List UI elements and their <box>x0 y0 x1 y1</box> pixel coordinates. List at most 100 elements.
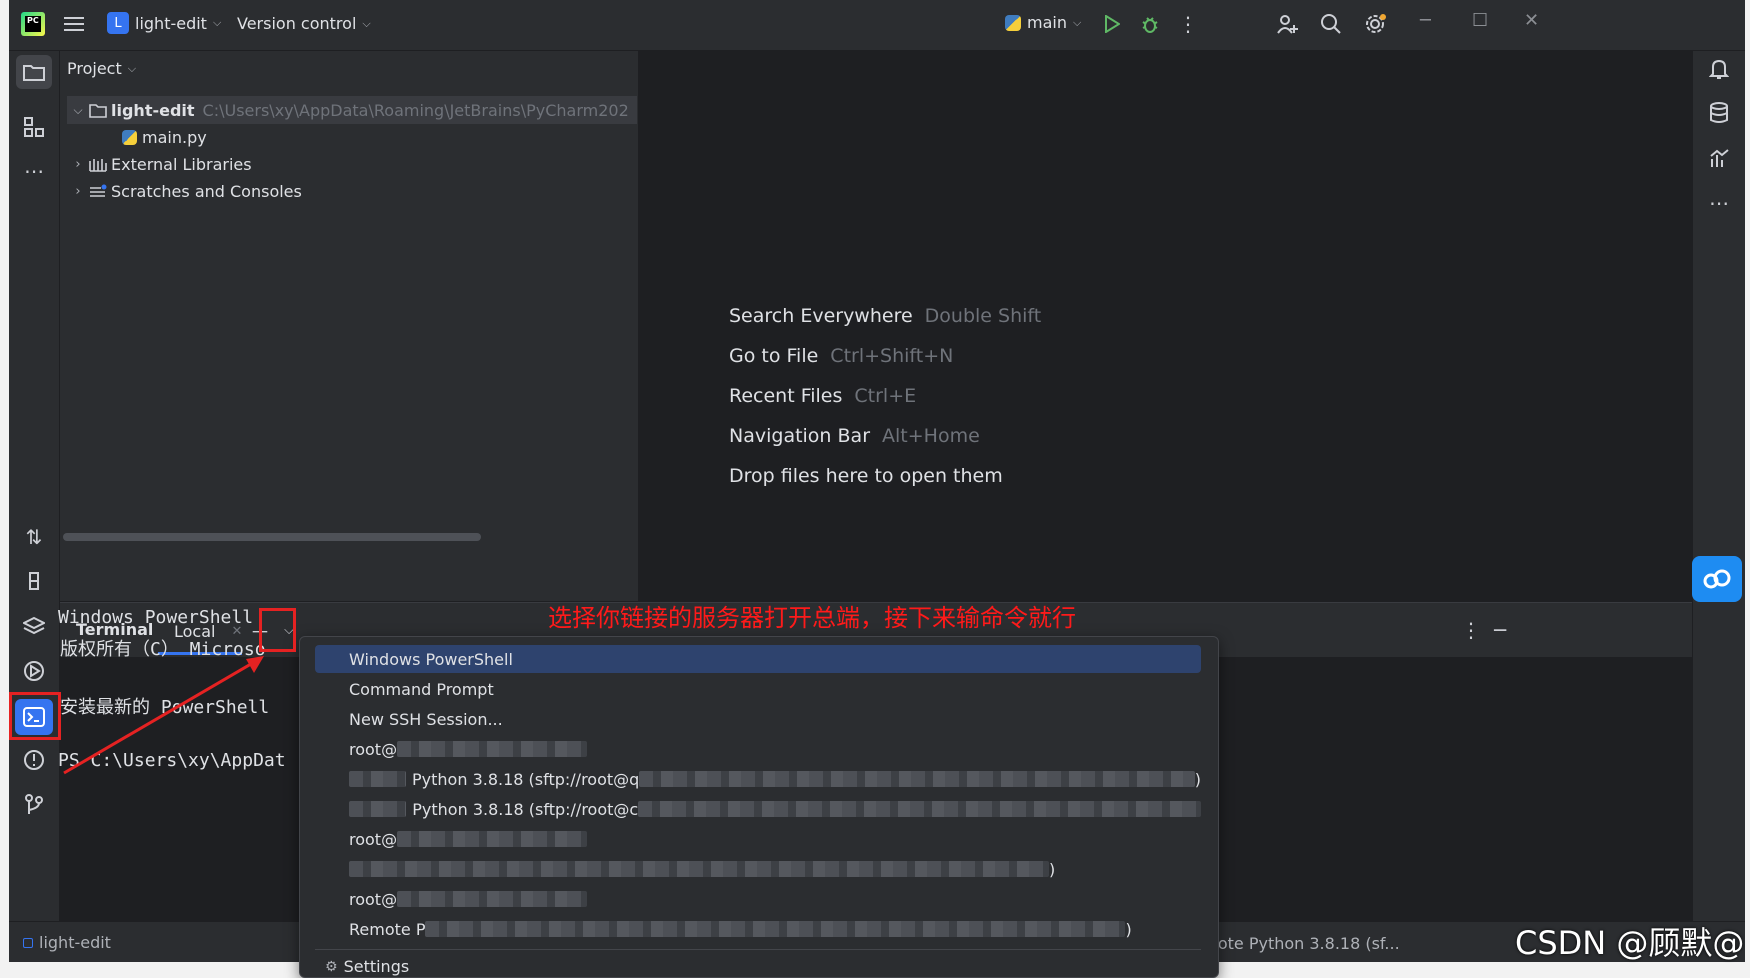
redacted-text <box>397 831 588 847</box>
dropdown-item[interactable]: Windows PowerShell <box>315 645 1201 673</box>
left-tool-strip: ⋯ ⇅ <box>9 51 59 921</box>
dropdown-item[interactable]: Python 3.8.18 (sftp://root@q) <box>315 765 1201 793</box>
settings-label: Settings <box>343 957 410 976</box>
more-tools-icon[interactable]: ⋯ <box>20 157 48 185</box>
run-config-selector[interactable]: main ⌵ <box>1005 13 1081 32</box>
commit-icon[interactable]: ⇅ <box>20 523 48 551</box>
hide-panel-icon[interactable]: ─ <box>1486 616 1514 644</box>
cloud-icon <box>1703 569 1731 589</box>
redacted-text <box>349 771 407 787</box>
project-view-selector[interactable]: Project ⌵ <box>67 59 136 78</box>
hint-navigation-bar: Navigation Bar Alt+Home <box>729 425 980 447</box>
root-folder-name: light-edit <box>111 100 195 120</box>
vcs-label: Version control <box>237 14 357 33</box>
external-libraries-label: External Libraries <box>111 154 252 174</box>
chevron-down-icon: ⌵ <box>127 61 137 75</box>
hint-go-to-file: Go to File Ctrl+Shift+N <box>729 345 954 367</box>
library-icon <box>89 158 107 172</box>
layers-icon[interactable] <box>20 612 48 640</box>
horizontal-scrollbar[interactable] <box>63 533 481 541</box>
status-project[interactable]: light-edit <box>23 933 111 952</box>
gear-icon: ⚙ <box>325 958 338 975</box>
scratches-icon <box>90 184 107 197</box>
git-branch-icon[interactable] <box>20 791 48 819</box>
settings-gear-icon[interactable] <box>1362 10 1390 38</box>
problems-icon[interactable] <box>20 746 48 774</box>
dropdown-item[interactable]: Remote P) <box>315 915 1201 943</box>
dropdown-item[interactable]: root@ <box>315 735 1201 763</box>
redacted-text <box>638 801 1201 817</box>
scratches-label: Scratches and Consoles <box>111 181 302 201</box>
title-bar: PC L light-edit ⌵ Version control ⌵ main… <box>9 0 1745 51</box>
structure-icon[interactable] <box>20 113 48 141</box>
python-icon <box>1005 14 1021 31</box>
status-project-name: light-edit <box>39 933 111 952</box>
python-file-icon <box>122 129 137 145</box>
folder-icon <box>89 103 107 118</box>
redacted-text <box>639 771 1195 787</box>
editor-empty-area: Search Everywhere Double Shift Go to File… <box>639 51 1692 601</box>
redacted-text <box>349 861 1049 877</box>
tree-file-row[interactable]: main.py <box>122 123 207 151</box>
python-console-icon[interactable] <box>20 567 48 595</box>
minimize-icon[interactable]: ─ <box>1420 10 1431 31</box>
dropdown-separator <box>315 949 1201 950</box>
root-folder-path: C:\Users\xy\AppData\Roaming\JetBrains\Py… <box>202 100 629 120</box>
run-config-name: main <box>1027 13 1067 32</box>
project-badge: L <box>107 12 129 34</box>
tree-external-libraries-row[interactable]: › External Libraries <box>67 150 252 178</box>
hint-search-everywhere: Search Everywhere Double Shift <box>729 305 1042 327</box>
chevron-right-icon[interactable]: › <box>67 157 89 172</box>
cloud-widget[interactable] <box>1692 556 1742 602</box>
services-icon[interactable] <box>20 657 48 685</box>
redacted-text <box>425 921 1126 937</box>
chevron-down-icon: ⌵ <box>1072 15 1082 29</box>
add-user-icon[interactable] <box>1273 10 1301 38</box>
terminal-type-dropdown: Windows PowerShell Command Prompt New SS… <box>299 636 1219 978</box>
dropdown-item[interactable]: Command Prompt <box>315 675 1201 703</box>
search-icon[interactable] <box>1317 10 1345 38</box>
chevron-down-icon: ⌵ <box>212 16 222 29</box>
dropdown-item[interactable]: root@ <box>315 885 1201 913</box>
hint-drop-files: Drop files here to open them <box>729 465 1003 487</box>
notifications-icon[interactable] <box>1705 55 1733 83</box>
run-icon[interactable] <box>1098 10 1126 38</box>
project-switcher[interactable]: L light-edit ⌵ <box>107 12 221 34</box>
dropdown-settings-item[interactable]: ⚙ Settings <box>325 957 409 976</box>
maximize-icon[interactable]: ☐ <box>1472 10 1488 31</box>
file-name: main.py <box>142 127 207 147</box>
tree-scratches-row[interactable]: › Scratches and Consoles <box>67 177 302 205</box>
dropdown-item[interactable]: New SSH Session... <box>315 705 1201 733</box>
sciview-chart-icon[interactable] <box>1705 144 1733 172</box>
chevron-right-icon[interactable]: › <box>67 184 89 199</box>
project-panel: Project ⌵ ⌵ light-edit C:\Users\xy\AppDa… <box>60 51 639 601</box>
terminal-line: Windows PowerShell <box>58 607 254 628</box>
chevron-down-icon[interactable]: ⌵ <box>67 103 89 118</box>
right-tool-strip: ⋯ <box>1692 51 1745 921</box>
more-tools-icon[interactable]: ⋯ <box>1705 189 1733 217</box>
chevron-down-icon: ⌵ <box>362 16 371 30</box>
redacted-text <box>397 891 588 907</box>
redacted-text <box>349 801 407 817</box>
close-icon[interactable]: ✕ <box>1524 10 1539 31</box>
hint-recent-files: Recent Files Ctrl+E <box>729 385 917 407</box>
database-icon[interactable] <box>1705 99 1733 127</box>
terminal-options-icon[interactable]: ⋮ <box>1457 616 1485 644</box>
project-folder-icon[interactable] <box>16 55 52 89</box>
hamburger-menu-icon[interactable] <box>60 10 88 38</box>
tree-root-row[interactable]: ⌵ light-edit C:\Users\xy\AppData\Roaming… <box>67 96 637 124</box>
annotation-arrow <box>63 656 264 775</box>
watermark: CSDN @顾默@ <box>1515 924 1745 962</box>
more-actions-icon[interactable]: ⋮ <box>1174 10 1202 38</box>
annotation-text: 选择你链接的服务器打开总端，接下来输命令就行 <box>548 604 1076 632</box>
vcs-menu[interactable]: Version control ⌵ <box>237 14 371 33</box>
dropdown-item[interactable]: Python 3.8.18 (sftp://root@c <box>315 795 1201 823</box>
debug-icon[interactable] <box>1136 10 1164 38</box>
project-name: light-edit <box>135 13 207 33</box>
app-logo: PC <box>21 12 45 36</box>
dropdown-item[interactable]: root@ <box>315 825 1201 853</box>
redacted-text <box>397 741 588 757</box>
dropdown-item[interactable]: ) <box>315 855 1201 883</box>
project-square-icon <box>23 937 33 948</box>
project-panel-title: Project <box>67 59 122 78</box>
